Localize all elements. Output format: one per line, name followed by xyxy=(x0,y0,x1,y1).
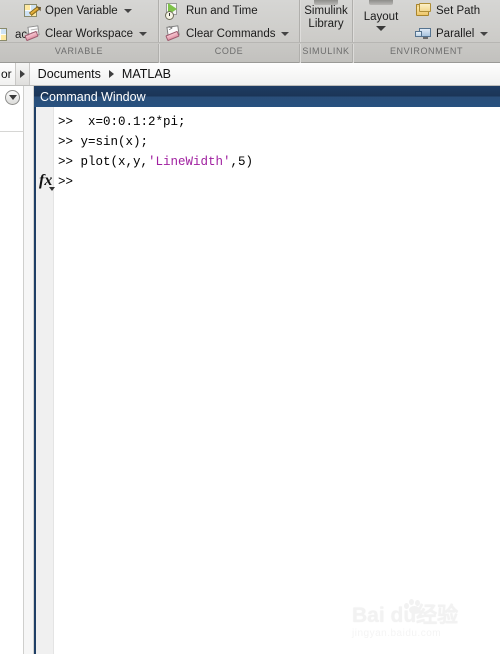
panel-divider-strip xyxy=(24,86,34,654)
ribbon-toolbar: VARIABLECODESIMULINKENVIRONMENT aceOpen … xyxy=(0,0,500,63)
set-path-button[interactable]: Set Path xyxy=(415,1,480,21)
eraser-icon xyxy=(24,24,41,43)
breadcrumb-item-documents[interactable]: Documents xyxy=(38,67,101,81)
table-pencil-icon xyxy=(24,3,41,20)
command-string-literal: 'LineWidth' xyxy=(148,155,231,169)
clear-commands-button-label: Clear Commands xyxy=(186,28,276,40)
command-window-title: Command Window xyxy=(40,89,146,104)
chevron-down-icon[interactable] xyxy=(281,32,290,36)
parallel-monitor-icon xyxy=(415,26,432,43)
clear-workspace-button-label: Clear Workspace xyxy=(45,28,133,40)
panel-collapse-button[interactable] xyxy=(5,90,20,105)
command-window: Command Window fx >> x=0:0.1:2*pi; >> y=s… xyxy=(34,86,500,654)
panel-content-box xyxy=(0,110,23,132)
ribbon-section-label-environment: ENVIRONMENT xyxy=(389,46,464,56)
run-and-time-button-label: Run and Time xyxy=(186,5,258,17)
parallel-button-label: Parallel xyxy=(436,28,475,40)
left-side-panel xyxy=(0,86,24,654)
ribbon-separator xyxy=(352,0,354,42)
ribbon-section-label-variable: VARIABLE xyxy=(54,46,104,56)
command-prompt: >> xyxy=(58,155,74,169)
open-variable-button-label: Open Variable xyxy=(45,5,118,17)
run-and-time-button[interactable]: Run and Time xyxy=(165,1,258,21)
set-path-button-label: Set Path xyxy=(436,5,481,17)
ribbon-separator xyxy=(158,0,160,42)
command-line: >> plot(x,y,'LineWidth',5) xyxy=(58,152,253,172)
chevron-down-icon[interactable] xyxy=(376,26,386,31)
breadcrumb[interactable]: or Documents MATLAB xyxy=(0,63,500,86)
clear-commands-button[interactable]: Clear Commands xyxy=(165,24,290,44)
simulink-library-button-label-line2: Library xyxy=(308,18,344,30)
command-line: >> x=0:0.1:2*pi; xyxy=(58,112,253,132)
command-prompt: >> xyxy=(58,175,74,189)
command-code-text: ,5) xyxy=(230,155,254,169)
layout-button-dropdown[interactable] xyxy=(355,26,407,31)
command-prompt: >> xyxy=(58,135,74,149)
command-line: >> xyxy=(58,172,253,192)
parallel-button[interactable]: Parallel xyxy=(415,24,489,44)
chevron-right-icon xyxy=(108,70,114,78)
simulink-library-icon xyxy=(314,0,338,5)
ribbon-section-label-code: CODE xyxy=(214,46,244,56)
ribbon-section-label-simulink: SIMULINK xyxy=(302,46,350,56)
command-window-titlebar[interactable]: Command Window xyxy=(34,86,500,107)
breadcrumb-item-matlab[interactable]: MATLAB xyxy=(122,67,171,81)
simulink-library-button-label-line1: Simulink xyxy=(304,5,348,17)
run-clock-icon xyxy=(165,2,182,20)
command-eraser-icon xyxy=(165,24,182,43)
chevron-down-icon[interactable] xyxy=(480,32,489,36)
command-code-text: x=0:0.1:2*pi; xyxy=(73,115,186,129)
open-variable-button[interactable]: Open Variable xyxy=(24,1,132,21)
folder-icon xyxy=(415,2,432,20)
command-line: >> y=sin(x); xyxy=(58,132,253,152)
layout-button[interactable]: Layout xyxy=(355,0,407,31)
chevron-down-icon[interactable] xyxy=(123,9,132,13)
breadcrumb-expand-button[interactable] xyxy=(14,63,30,85)
chevron-down-icon[interactable] xyxy=(139,32,147,36)
chevron-down-icon xyxy=(8,95,17,100)
breadcrumb-lead-text: or xyxy=(1,67,12,81)
command-window-body[interactable]: fx >> x=0:0.1:2*pi; >> y=sin(x); >> plot(x… xyxy=(34,107,500,654)
simulink-library-button[interactable]: Simulink Library xyxy=(301,0,351,31)
command-code-text: y=sin(x); xyxy=(73,135,149,149)
chevron-right-icon xyxy=(19,70,25,78)
ribbon-section-labels: VARIABLE CODE SIMULINK ENVIRONMENT xyxy=(0,42,500,63)
command-prompt: >> xyxy=(58,115,74,129)
fx-dropdown-icon[interactable] xyxy=(49,187,55,191)
clear-workspace-button[interactable]: Clear Workspace xyxy=(24,24,147,44)
layout-icon xyxy=(369,0,393,5)
workspace-icon xyxy=(0,27,11,44)
layout-button-label-line1: Layout xyxy=(363,11,399,23)
command-code-text: plot(x,y, xyxy=(73,155,149,169)
command-window-output: >> x=0:0.1:2*pi; >> y=sin(x); >> plot(x,y,… xyxy=(58,112,253,192)
